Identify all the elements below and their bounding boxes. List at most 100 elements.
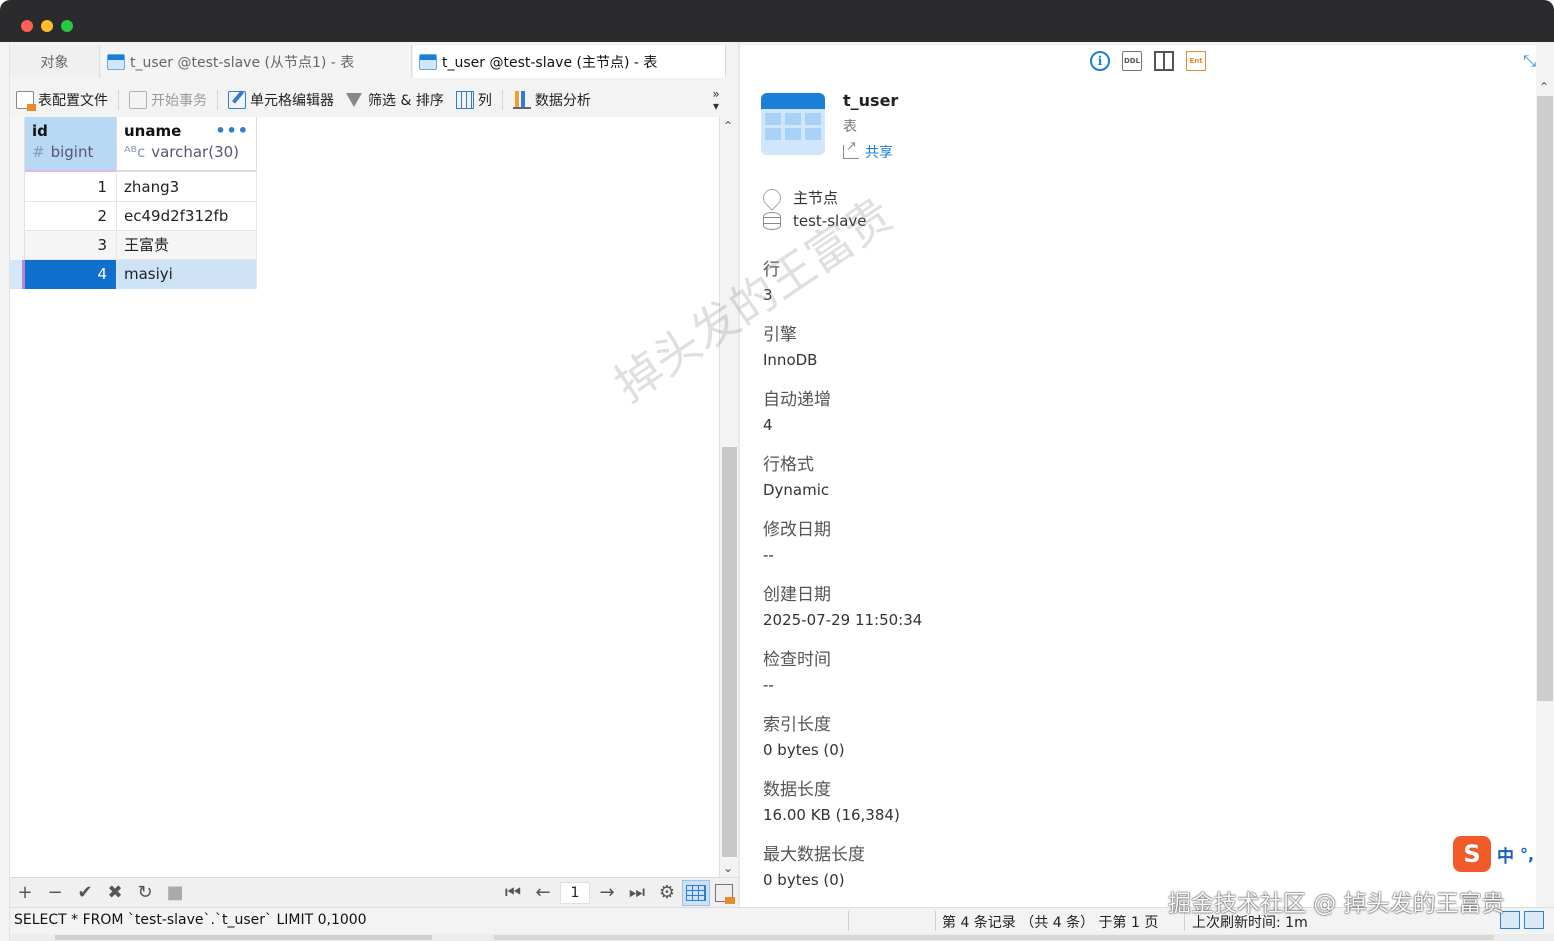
toolbar-divider (118, 89, 119, 110)
property-max-data-length: 最大数据长度 0 bytes (0) (763, 840, 865, 889)
status-divider (935, 911, 936, 931)
table-profile-button[interactable]: 表配置文件 (10, 82, 114, 117)
horizontal-scrollbar[interactable] (10, 934, 1554, 941)
property-key: 修改日期 (763, 520, 831, 540)
table-row[interactable]: 1 zhang3 (25, 173, 257, 202)
column-header-uname[interactable]: uname ••• ᴬᴮc varchar(30) (117, 117, 257, 172)
settings-gear-icon[interactable]: ⚙ (652, 879, 682, 907)
form-view-icon (715, 883, 735, 904)
tab-objects[interactable]: 对象 (10, 45, 100, 78)
column-menu-button[interactable]: ••• (215, 121, 249, 140)
cell-editor-button[interactable]: 单元格编辑器 (222, 82, 340, 117)
first-page-button[interactable]: ⏮ (498, 879, 528, 907)
ddl-icon[interactable]: DDL (1122, 51, 1142, 71)
property-key: 最大数据长度 (763, 845, 865, 865)
grid-view-icon (686, 884, 706, 901)
column-name: id (32, 122, 48, 140)
table-row[interactable]: 2 ec49d2f312fb (25, 202, 257, 231)
property-row-format: 行格式 Dynamic (763, 450, 829, 499)
tab-t-user-slave1[interactable]: t_user @test-slave (从节点1) - 表 (101, 45, 412, 78)
info-icon[interactable]: i (1090, 51, 1110, 71)
tab-t-user-master[interactable]: t_user @test-slave (主节点) - 表 (413, 45, 726, 78)
property-modified-date: 修改日期 -- (763, 515, 831, 564)
database-icon (763, 212, 781, 230)
ime-language[interactable]: 中 (1497, 842, 1514, 867)
row-marker[interactable] (10, 202, 25, 231)
close-window-button[interactable] (21, 20, 33, 32)
cell-uname[interactable]: masiyi (117, 260, 257, 289)
cell-id[interactable]: 3 (25, 231, 117, 260)
column-header-id[interactable]: id # bigint (25, 117, 117, 172)
property-value: -- (763, 676, 774, 694)
connection-icon (759, 184, 785, 211)
columns-button[interactable]: 列 (450, 82, 498, 117)
table-profile-label: 表配置文件 (38, 92, 108, 109)
prev-page-button[interactable]: ← (528, 879, 558, 907)
add-record-button[interactable]: + (10, 879, 40, 907)
share-button[interactable]: 共享 (843, 139, 893, 162)
cell-id[interactable]: 1 (25, 173, 117, 202)
scrollbar-thumb[interactable] (722, 447, 737, 857)
toggle-right-panel-icon[interactable] (1524, 911, 1544, 929)
next-page-button[interactable]: → (592, 879, 622, 907)
property-index-length: 索引长度 0 bytes (0) (763, 710, 845, 759)
scroll-down-icon[interactable]: ⌄ (723, 861, 733, 875)
property-value: 0 bytes (0) (763, 741, 845, 759)
begin-transaction-button[interactable]: 开始事务 (123, 82, 213, 117)
table-row-selected[interactable]: 4 masiyi (10, 260, 257, 289)
apply-changes-button[interactable]: ✔ (70, 879, 100, 907)
transaction-icon (129, 90, 147, 109)
property-value: 3 (763, 286, 773, 304)
row-marker[interactable] (10, 173, 25, 202)
ime-punctuation[interactable]: °, (1520, 845, 1534, 864)
cell-id[interactable]: 4 (25, 260, 117, 289)
property-rows: 行 3 (763, 255, 780, 304)
ime-logo-icon[interactable]: S (1453, 836, 1491, 872)
toolbar-divider (217, 89, 218, 110)
property-engine: 引擎 InnoDB (763, 320, 817, 369)
cell-uname[interactable]: zhang3 (117, 173, 257, 202)
grid-vertical-scrollbar[interactable]: ⌃ ⌄ (719, 117, 738, 877)
zoom-window-button[interactable] (61, 20, 73, 32)
expand-icon[interactable]: ⤡ (1523, 51, 1536, 71)
table-row[interactable]: 3 王富贵 (25, 231, 257, 260)
layout-icon[interactable] (1154, 51, 1174, 71)
stop-button[interactable]: ■ (160, 879, 190, 907)
property-auto-increment: 自动递增 4 (763, 385, 831, 434)
info-pane-tabs: i DDL Ent (1090, 51, 1206, 71)
scroll-up-icon[interactable]: ⌃ (1539, 80, 1549, 94)
connection-node: 主节点 (759, 184, 838, 211)
data-analysis-label: 数据分析 (534, 92, 591, 109)
ime-toolbar[interactable]: S 中 °, (1453, 836, 1534, 872)
refresh-button[interactable]: ↻ (130, 879, 160, 907)
cell-uname[interactable]: 王富贵 (117, 231, 257, 260)
delete-record-button[interactable]: − (40, 879, 70, 907)
form-view-button[interactable] (710, 880, 738, 906)
last-page-button[interactable]: ⏭ (622, 879, 652, 907)
info-vertical-scrollbar[interactable]: ⌃ (1536, 78, 1554, 907)
tab-label: t_user @test-slave (主节点) - 表 (442, 54, 658, 71)
property-created-date: 创建日期 2025-07-29 11:50:34 (763, 580, 922, 629)
grid-view-button[interactable] (682, 879, 710, 906)
property-key: 自动递增 (763, 390, 831, 410)
object-type: 表 (843, 119, 857, 135)
page-number-field[interactable]: 1 (560, 881, 590, 904)
toolbar-overflow-button[interactable]: » ▾ (706, 82, 726, 117)
scrollbar-thumb[interactable] (1537, 96, 1553, 701)
discard-changes-button[interactable]: ✖ (100, 879, 130, 907)
scroll-up-icon[interactable]: ⌃ (723, 119, 733, 133)
column-type: # bigint (32, 143, 109, 161)
scrollbar-thumb[interactable] (55, 935, 432, 940)
cell-editor-label: 单元格编辑器 (250, 92, 334, 109)
row-marker[interactable] (10, 260, 25, 289)
minimize-window-button[interactable] (41, 20, 53, 32)
data-analysis-button[interactable]: 数据分析 (507, 82, 597, 117)
scrollbar-thumb[interactable] (494, 935, 1494, 940)
filter-sort-button[interactable]: 筛选 & 排序 (340, 82, 450, 117)
cell-id[interactable]: 2 (25, 202, 117, 231)
cell-uname[interactable]: ec49d2f312fb (117, 202, 257, 231)
row-marker[interactable] (10, 231, 25, 260)
status-last-refresh: 上次刷新时间: 1m (1192, 915, 1308, 931)
toggle-left-panel-icon[interactable] (1500, 911, 1520, 929)
ent-icon[interactable]: Ent (1186, 51, 1206, 71)
